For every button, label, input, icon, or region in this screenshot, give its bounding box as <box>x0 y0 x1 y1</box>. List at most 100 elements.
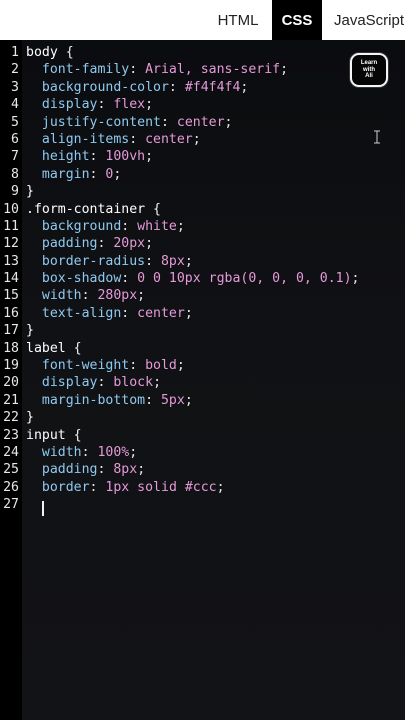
tab-css[interactable]: CSS <box>272 0 322 40</box>
editor-tab-bar: HTML CSS JavaScript <box>0 0 412 40</box>
semicolon: ; <box>351 271 360 287</box>
line-number: 19 <box>3 358 19 374</box>
line-number: 3 <box>11 79 19 95</box>
code-line[interactable]: 27 <box>0 496 405 513</box>
semicolon: ; <box>280 62 289 78</box>
code-area[interactable]: 1 body {2 font-family: Arial, sans-serif;… <box>0 44 405 514</box>
colon: : <box>97 462 106 478</box>
css-property: background-color <box>26 79 169 95</box>
semicolon: ; <box>184 305 193 321</box>
css-property: font-family <box>26 62 130 78</box>
code-line[interactable]: 20 display: block; <box>0 374 405 391</box>
css-property: box-shadow <box>26 271 122 287</box>
css-selector: body <box>26 45 58 60</box>
code-line[interactable]: 13 border-radius: 8px; <box>0 253 405 270</box>
colon: : <box>81 444 90 460</box>
line-number: 5 <box>11 114 19 130</box>
css-value: Arial, sans-serif <box>137 62 281 78</box>
code-editor[interactable]: 1 body {2 font-family: Arial, sans-serif;… <box>0 40 405 720</box>
semicolon: ; <box>145 149 154 165</box>
brace: { <box>65 340 82 356</box>
semicolon: ; <box>184 392 193 408</box>
line-number: 6 <box>11 131 19 147</box>
code-line[interactable]: 2 font-family: Arial, sans-serif; <box>0 61 405 78</box>
tab-html[interactable]: HTML <box>204 0 272 40</box>
css-value: 280px <box>89 288 138 304</box>
semicolon: ; <box>176 218 185 234</box>
css-selector: } <box>26 184 34 200</box>
css-value: 5px <box>153 392 185 408</box>
css-value: 20px <box>105 236 146 252</box>
brace: { <box>65 427 82 443</box>
code-line[interactable]: 3 background-color: #f4f4f4; <box>0 79 405 96</box>
colon: : <box>129 358 138 374</box>
code-line[interactable]: 7 height: 100vh; <box>0 148 405 165</box>
colon: : <box>145 392 154 408</box>
line-number: 27 <box>3 497 19 513</box>
semicolon: ; <box>192 131 201 147</box>
code-line[interactable]: 12 padding: 20px; <box>0 235 405 252</box>
css-property: height <box>26 149 90 165</box>
line-number: 24 <box>3 444 19 460</box>
code-line[interactable]: 19 font-weight: bold; <box>0 357 405 374</box>
css-selector: } <box>26 323 34 339</box>
css-value: bold <box>137 358 177 374</box>
line-number: 17 <box>3 323 19 339</box>
code-line[interactable]: 21 margin-bottom: 5px; <box>0 392 405 409</box>
css-property: font-weight <box>26 358 130 374</box>
css-property: display <box>26 97 98 113</box>
code-line[interactable]: 4 display: flex; <box>0 96 405 113</box>
semicolon: ; <box>240 79 249 95</box>
code-line[interactable]: 16 text-align: center; <box>0 305 405 322</box>
code-line[interactable]: 5 justify-content: center; <box>0 114 405 131</box>
semicolon: ; <box>184 253 193 269</box>
code-line[interactable]: 10 .form-container { <box>0 201 405 218</box>
code-line[interactable]: 22} <box>0 409 405 426</box>
code-line[interactable]: 9} <box>0 183 405 200</box>
code-line[interactable]: 14 box-shadow: 0 0 10px rgba(0, 0, 0, 0.… <box>0 270 405 287</box>
semicolon: ; <box>129 444 138 460</box>
code-line[interactable]: 24 width: 100%; <box>0 444 405 461</box>
code-line[interactable]: 1 body { <box>0 44 405 61</box>
line-number: 18 <box>3 340 19 356</box>
semicolon: ; <box>145 97 154 113</box>
css-value: flex <box>105 97 146 113</box>
code-line[interactable]: 15 width: 280px; <box>0 287 405 304</box>
colon: : <box>121 218 130 234</box>
semicolon: ; <box>176 358 185 374</box>
css-value: center <box>129 305 185 321</box>
colon: : <box>129 62 138 78</box>
brace: { <box>57 45 74 60</box>
css-property: justify-content <box>26 114 161 130</box>
line-number: 16 <box>3 305 19 321</box>
code-line[interactable]: 8 margin: 0; <box>0 166 405 183</box>
colon: : <box>89 479 98 495</box>
line-number: 13 <box>3 253 19 269</box>
code-line[interactable]: 25 padding: 8px; <box>0 461 405 478</box>
line-number: 1 <box>11 45 19 60</box>
css-selector: .form-container <box>26 201 146 217</box>
colon: : <box>160 114 169 130</box>
code-line[interactable]: 18 label { <box>0 340 405 357</box>
code-line[interactable]: 17} <box>0 322 405 339</box>
code-line[interactable]: 6 align-items: center; <box>0 131 405 148</box>
semicolon: ; <box>216 479 225 495</box>
code-line[interactable]: 11 background: white; <box>0 218 405 235</box>
css-value: 1px solid #ccc <box>97 479 217 495</box>
css-value: white <box>129 218 177 234</box>
css-property: margin-bottom <box>26 392 146 408</box>
colon: : <box>81 288 90 304</box>
tab-javascript[interactable]: JavaScript <box>322 0 412 40</box>
line-number: 4 <box>11 97 19 113</box>
colon: : <box>97 97 106 113</box>
code-line[interactable]: 23 input { <box>0 427 405 444</box>
line-number: 10 <box>3 201 19 217</box>
css-property: padding <box>26 462 98 478</box>
colon: : <box>97 236 106 252</box>
code-line[interactable]: 26 border: 1px solid #ccc; <box>0 479 405 496</box>
logo-line-1: Learn <box>360 60 378 67</box>
css-value: #f4f4f4 <box>176 79 241 95</box>
css-value: center <box>168 114 225 130</box>
css-value: 0 0 10px rgba(0, 0, 0, 0.1) <box>129 271 352 287</box>
css-property: padding <box>26 236 98 252</box>
